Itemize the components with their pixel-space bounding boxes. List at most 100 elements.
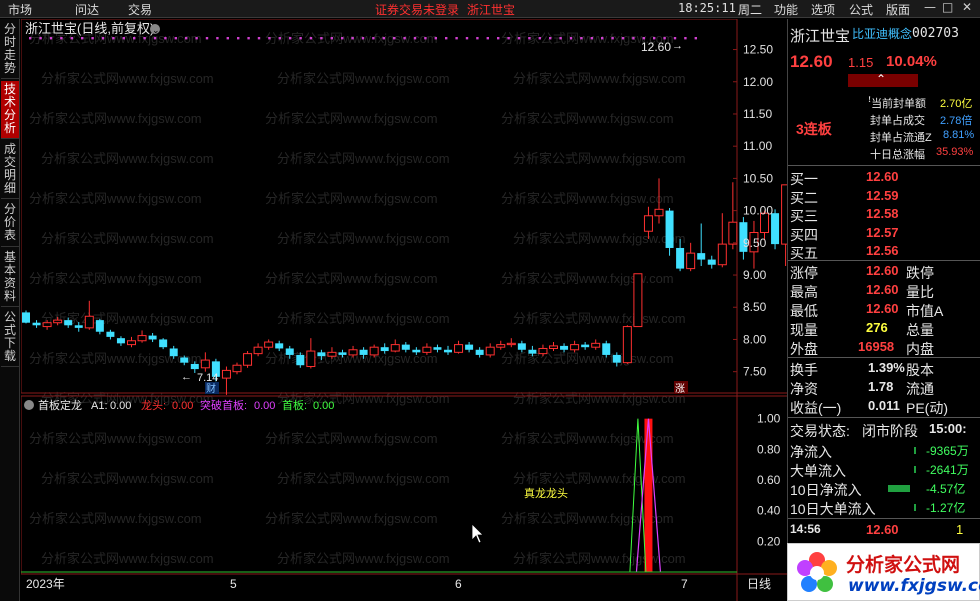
limit-dot — [621, 37, 625, 40]
quote-concept[interactable]: 比亚迪概念 — [852, 25, 912, 42]
limit-dot — [101, 37, 105, 40]
candle[interactable] — [306, 338, 316, 369]
chart-area[interactable]: 分析家公式网www.fxjgsw.com 分析家公式网www.fxjgsw.com… — [21, 19, 787, 601]
limit-dot — [60, 37, 63, 40]
candle[interactable] — [221, 366, 231, 395]
menu-options[interactable]: 选项 — [811, 1, 835, 18]
candle[interactable] — [137, 330, 147, 343]
bid-label: 买四 — [790, 226, 818, 243]
flow-value: -9365万 — [926, 444, 969, 458]
limit-dot — [257, 37, 261, 40]
candle[interactable] — [506, 338, 516, 348]
info-label: 净资 — [790, 381, 818, 397]
last-price-label: 12.60 — [641, 40, 671, 54]
tab-price-table[interactable]: 分价表 — [1, 201, 19, 247]
maximize-icon[interactable]: □ — [942, 0, 953, 14]
candle[interactable] — [697, 223, 706, 267]
tab-formula-download[interactable]: 公式下载 — [1, 309, 19, 367]
xaxis-label-july: 7 — [681, 577, 688, 591]
collapse-toggle[interactable]: ⌃ — [848, 72, 918, 87]
limit-dot — [413, 37, 417, 40]
candle-body — [296, 354, 305, 366]
candle[interactable] — [264, 339, 274, 350]
info-value: 1.78 — [868, 379, 894, 394]
candle[interactable] — [465, 342, 474, 353]
candle[interactable] — [728, 182, 738, 250]
watermark-text: 分析家公式网www.fxjgsw.com — [501, 271, 674, 286]
candle[interactable] — [200, 352, 210, 372]
indicator-settings-icon[interactable] — [24, 400, 34, 410]
tab-intraday[interactable]: 分时走势 — [1, 21, 19, 79]
candle[interactable] — [232, 362, 242, 375]
candle[interactable] — [159, 338, 168, 350]
candle[interactable] — [665, 208, 674, 256]
candle[interactable] — [475, 347, 484, 358]
tab-technical[interactable]: 技术分析 — [1, 81, 19, 139]
menu-formula[interactable]: 公式 — [849, 1, 873, 18]
menu-layout[interactable]: 版面 — [886, 1, 910, 18]
info-value: 12.60 — [866, 282, 899, 297]
candle[interactable] — [116, 336, 125, 346]
limit-badge[interactable]: 涨 — [675, 383, 685, 395]
tab-trades[interactable]: 成交明细 — [1, 141, 19, 199]
quote-code: 002703 — [912, 26, 959, 41]
candle[interactable] — [591, 339, 601, 350]
finance-badge[interactable]: 财 — [206, 382, 216, 395]
candle[interactable] — [549, 342, 558, 352]
candle[interactable] — [707, 255, 716, 269]
candle[interactable] — [127, 336, 136, 348]
candle[interactable] — [32, 320, 41, 328]
candle[interactable] — [106, 329, 115, 340]
limit-dot — [185, 37, 188, 40]
info-label-2: PE(动) — [906, 400, 948, 416]
candle[interactable] — [243, 351, 253, 368]
login-notice[interactable]: 证券交易未登录 — [375, 1, 459, 18]
candle[interactable] — [633, 273, 643, 328]
watermark-text: 分析家公式网www.fxjgsw.com — [513, 71, 686, 86]
candle[interactable] — [581, 342, 590, 350]
watermark-text: 分析家公式网www.fxjgsw.com — [29, 431, 202, 446]
candle[interactable] — [148, 333, 157, 343]
candle[interactable] — [496, 340, 506, 350]
clock-time: 18:25:11 — [678, 1, 736, 15]
tab-profile[interactable]: 基本资料 — [1, 249, 19, 307]
menu-trade[interactable]: 交易 — [128, 1, 152, 18]
limit-dot — [569, 37, 573, 40]
limit-dot — [29, 37, 32, 40]
candle-body — [454, 344, 464, 353]
candle-body — [74, 325, 83, 328]
info-value: 0.011 — [868, 398, 900, 413]
candle[interactable] — [717, 213, 727, 268]
candle[interactable] — [253, 343, 263, 357]
watermark-text: 分析家公式网www.fxjgsw.com — [501, 111, 674, 126]
watermark-text: 分析家公式网www.fxjgsw.com — [265, 431, 438, 446]
watermark-text: 分析家公式网www.fxjgsw.com — [277, 471, 450, 486]
indicator-dragon-value: 0.00 — [172, 400, 193, 412]
indicator-a1-value: 0.00 — [110, 400, 131, 412]
candle[interactable] — [485, 343, 495, 358]
candle[interactable] — [95, 318, 104, 335]
candle[interactable] — [390, 339, 400, 353]
minimize-icon[interactable]: — — [924, 0, 936, 14]
candle[interactable] — [22, 310, 30, 324]
dragon-bar — [644, 418, 653, 572]
watermark-text: 分析家公式网www.fxjgsw.com — [501, 191, 674, 206]
candle[interactable] — [444, 345, 452, 355]
menu-function[interactable]: 功能 — [774, 1, 798, 18]
limit-dot — [455, 37, 458, 40]
period-label[interactable]: 日线 — [747, 577, 771, 591]
candle-body — [190, 363, 199, 370]
indicator-tick-label: 1.00 — [757, 412, 781, 426]
kline-chart[interactable]: 分析家公式网www.fxjgsw.com 分析家公式网www.fxjgsw.com… — [21, 19, 787, 601]
candle[interactable] — [275, 340, 284, 352]
indicator-tick-label: 0.40 — [757, 504, 781, 518]
close-icon[interactable]: ✕ — [962, 0, 972, 14]
candle[interactable] — [686, 242, 696, 272]
candle-body — [127, 340, 136, 346]
candle[interactable] — [454, 340, 464, 354]
menu-market[interactable]: 市场 — [8, 1, 32, 18]
candle[interactable] — [622, 325, 632, 364]
menu-wenda[interactable]: 问达 — [75, 1, 99, 18]
candle-body — [538, 347, 548, 355]
candle-body — [633, 273, 643, 328]
